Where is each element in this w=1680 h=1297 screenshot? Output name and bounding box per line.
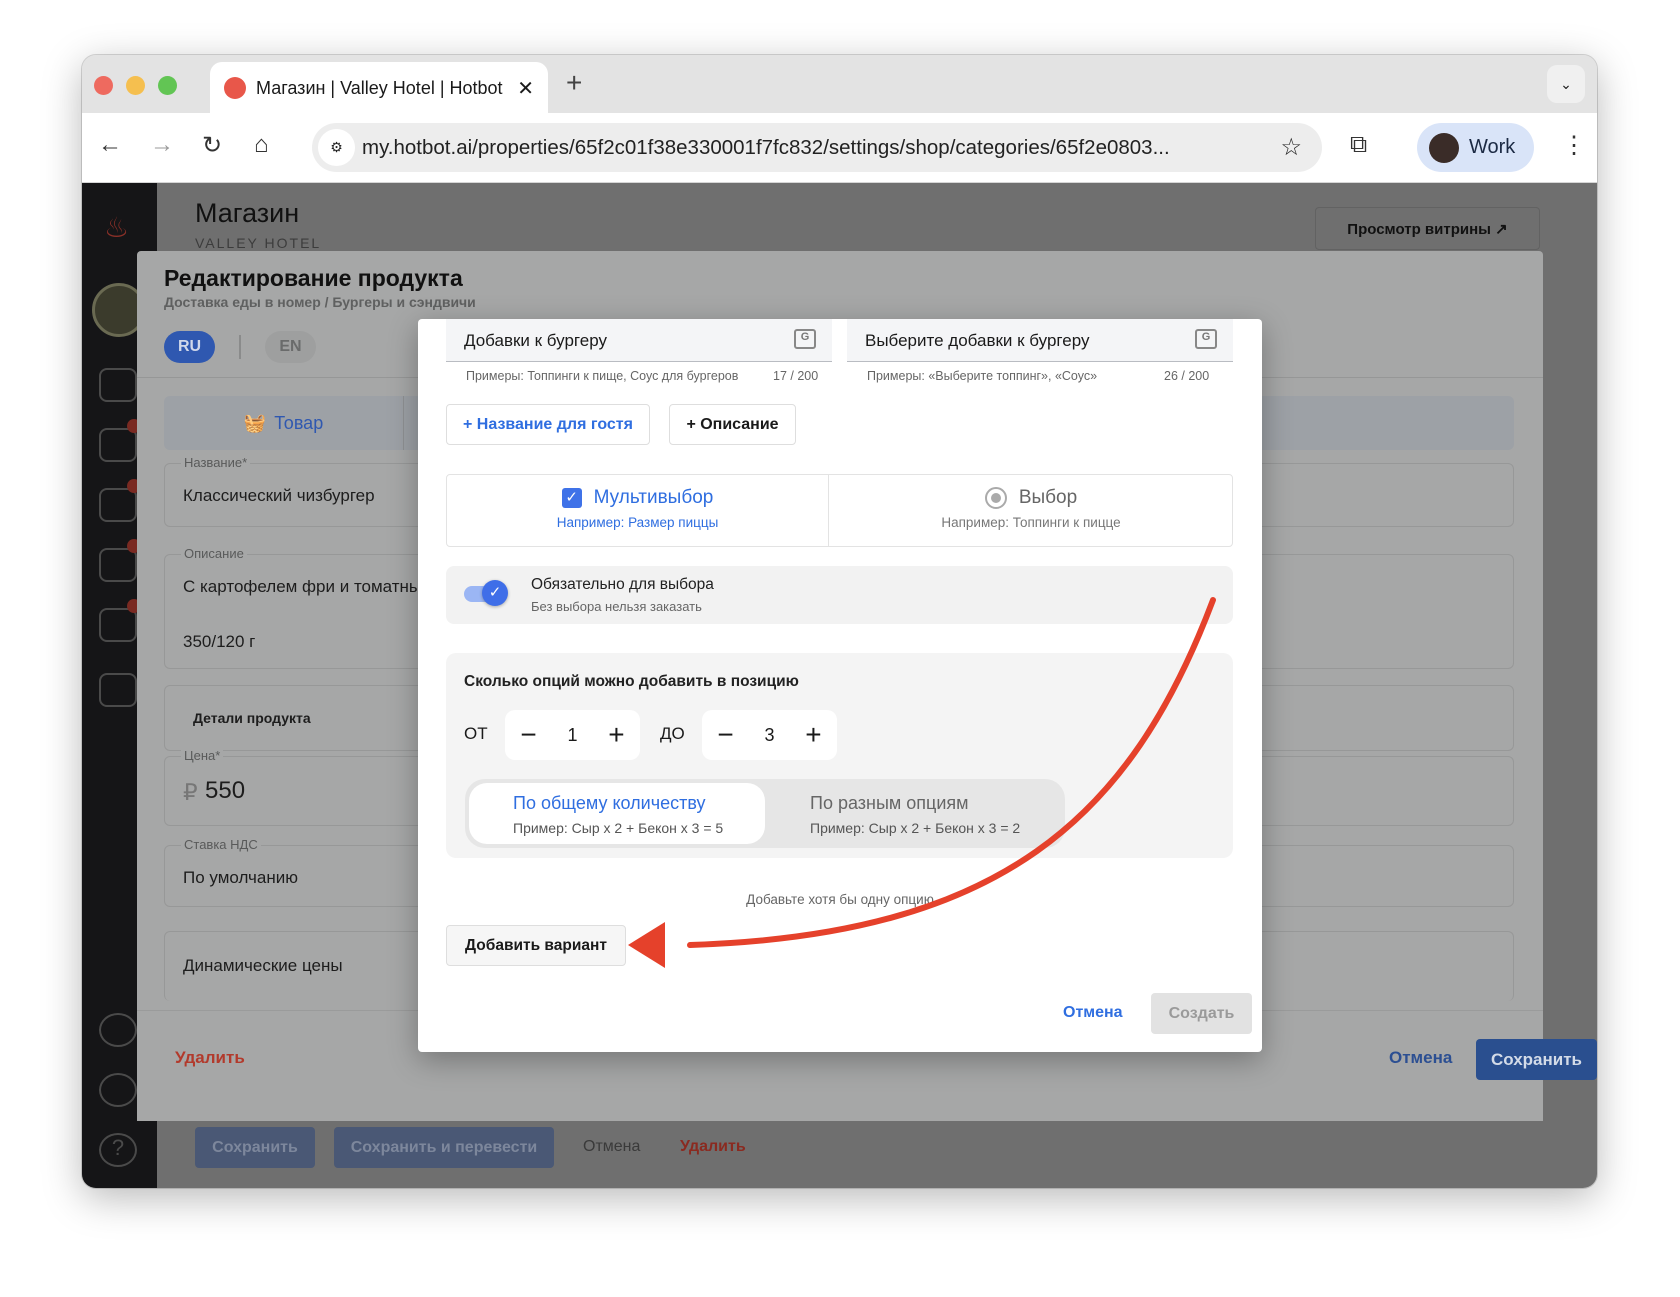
arrow-head-icon [628,922,665,968]
annotation-arrow [628,597,1216,968]
arrow-curve [687,597,1216,948]
